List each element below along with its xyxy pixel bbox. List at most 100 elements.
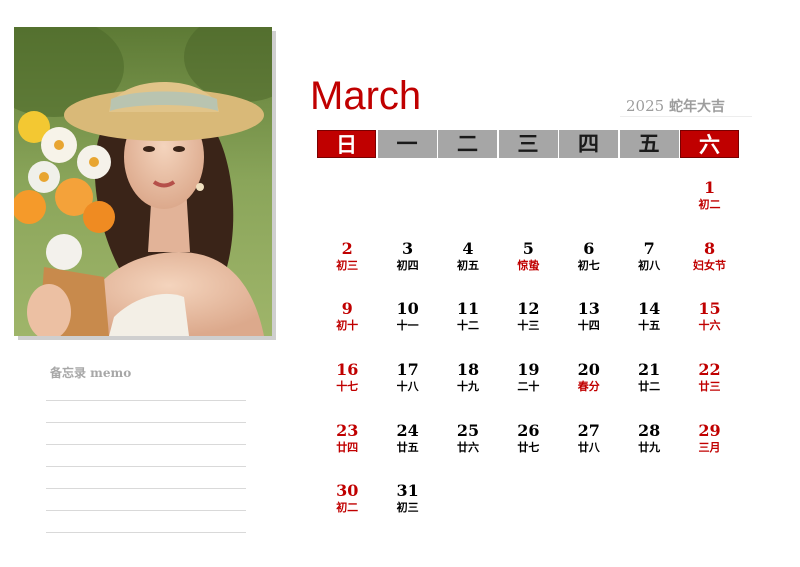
- day-cell[interactable]: 8 妇女节: [679, 239, 739, 300]
- day-cell[interactable]: 17 十八: [377, 360, 437, 421]
- lunar-date: 廿四: [336, 440, 359, 454]
- memo-line[interactable]: [46, 488, 246, 510]
- day-cell[interactable]: 1 初二: [679, 178, 739, 239]
- lunar-date: 廿三: [698, 380, 721, 394]
- day-number: 26: [517, 420, 540, 440]
- lunar-date: 廿八: [577, 440, 600, 454]
- day-cell[interactable]: 23 廿四: [317, 421, 377, 482]
- day-number: 29: [698, 420, 721, 440]
- day-cell[interactable]: 15 十六: [679, 299, 739, 360]
- day-number: 27: [577, 420, 600, 440]
- day-cell[interactable]: 4 初五: [438, 239, 498, 300]
- day-number: 11: [456, 299, 480, 319]
- day-cell[interactable]: 27 廿八: [559, 421, 619, 482]
- lunar-date: 二十: [517, 380, 540, 394]
- day-number: 20: [577, 360, 600, 380]
- day-number: 7: [643, 238, 655, 258]
- day-number: 15: [698, 299, 721, 319]
- lunar-date: 廿二: [638, 380, 661, 394]
- day-number: 31: [396, 481, 419, 501]
- day-cell[interactable]: 5 惊蛰: [498, 239, 558, 300]
- lunar-date: 初七: [577, 258, 600, 272]
- lunar-date: 妇女节: [693, 258, 727, 272]
- lunar-date: 春分: [577, 380, 600, 394]
- month-title: March: [310, 74, 422, 118]
- lunar-date: 十四: [577, 319, 600, 333]
- lunar-date: 十七: [336, 380, 359, 394]
- day-number: 6: [583, 238, 595, 258]
- portrait-photo: [14, 27, 272, 336]
- day-cell[interactable]: 30 初二: [317, 481, 377, 542]
- day-cell[interactable]: 14 十五: [619, 299, 679, 360]
- lunar-date: 惊蛰: [517, 258, 540, 272]
- day-cell[interactable]: 29 三月: [679, 421, 739, 482]
- blank-cell: [559, 178, 619, 239]
- lunar-date: 十九: [456, 380, 479, 394]
- day-cell[interactable]: 25 廿六: [438, 421, 498, 482]
- day-cell[interactable]: 31 初三: [377, 481, 437, 542]
- blank-cell: [498, 178, 558, 239]
- day-cell[interactable]: 24 廿五: [377, 421, 437, 482]
- day-cell[interactable]: 28 廿九: [619, 421, 679, 482]
- day-cell[interactable]: 9 初十: [317, 299, 377, 360]
- year-greeting: 蛇年大吉: [668, 99, 725, 115]
- day-cell[interactable]: 11 十二: [438, 299, 498, 360]
- day-number: 4: [462, 238, 474, 258]
- lunar-date: 廿五: [396, 440, 419, 454]
- weekday-mon: 一: [377, 130, 437, 158]
- weekday-fri: 五: [619, 130, 679, 158]
- day-cell[interactable]: 21 廿二: [619, 360, 679, 421]
- day-number: 28: [638, 420, 661, 440]
- day-number: 16: [336, 360, 359, 380]
- lunar-date: 十三: [517, 319, 540, 333]
- lunar-date: 初四: [396, 258, 419, 272]
- lunar-date: 初二: [336, 501, 359, 515]
- memo-line[interactable]: [46, 510, 246, 532]
- day-cell[interactable]: 13 十四: [559, 299, 619, 360]
- lunar-date: 廿七: [517, 440, 540, 454]
- portrait-photo-image: [14, 27, 272, 336]
- day-cell[interactable]: 20 春分: [559, 360, 619, 421]
- day-number: 25: [456, 420, 480, 440]
- day-cell[interactable]: 26 廿七: [498, 421, 558, 482]
- lunar-date: 十五: [638, 319, 661, 333]
- day-cell[interactable]: 2 初三: [317, 239, 377, 300]
- day-number: 12: [517, 299, 540, 319]
- year-tag: 2025 蛇年大吉: [620, 95, 752, 117]
- lunar-date: 十六: [698, 319, 721, 333]
- day-cell[interactable]: 19 二十: [498, 360, 558, 421]
- lunar-date: 初五: [456, 258, 479, 272]
- day-cell[interactable]: 18 十九: [438, 360, 498, 421]
- lunar-date: 十二: [456, 319, 479, 333]
- day-number: 30: [336, 481, 359, 501]
- blank-cell: [619, 178, 679, 239]
- blank-cell: [317, 178, 377, 239]
- calendar-grid: 1 初二 2 初三 3 初四 4 初五 5 惊蛰 6 初七 7 初八 8 妇女节 9 初十 10 十…: [317, 178, 740, 542]
- day-number: 14: [638, 299, 661, 319]
- day-cell[interactable]: 6 初七: [559, 239, 619, 300]
- day-number: 5: [522, 238, 534, 258]
- day-cell[interactable]: 7 初八: [619, 239, 679, 300]
- day-cell[interactable]: 16 十七: [317, 360, 377, 421]
- lunar-date: 十一: [396, 319, 419, 333]
- day-number: 3: [402, 238, 414, 258]
- lunar-date: 廿九: [638, 440, 661, 454]
- day-cell[interactable]: 22 廿三: [679, 360, 739, 421]
- memo-line[interactable]: [46, 466, 246, 488]
- weekday-header: 日 一 二 三 四 五 六: [317, 130, 739, 158]
- weekday-wed: 三: [498, 130, 558, 158]
- memo-label: 备忘录 memo: [50, 366, 132, 380]
- memo-lines[interactable]: [46, 400, 246, 554]
- memo-line[interactable]: [46, 532, 246, 554]
- weekday-thu: 四: [559, 130, 618, 158]
- day-cell[interactable]: 3 初四: [377, 239, 437, 300]
- lunar-date: 初三: [396, 501, 419, 515]
- lunar-date: 十八: [396, 380, 419, 394]
- memo-line[interactable]: [46, 400, 246, 422]
- day-number: 23: [336, 420, 359, 440]
- memo-line[interactable]: [46, 422, 246, 444]
- day-cell[interactable]: 10 十一: [377, 299, 437, 360]
- day-cell[interactable]: 12 十三: [498, 299, 558, 360]
- memo-line[interactable]: [46, 444, 246, 466]
- day-number: 18: [456, 360, 480, 380]
